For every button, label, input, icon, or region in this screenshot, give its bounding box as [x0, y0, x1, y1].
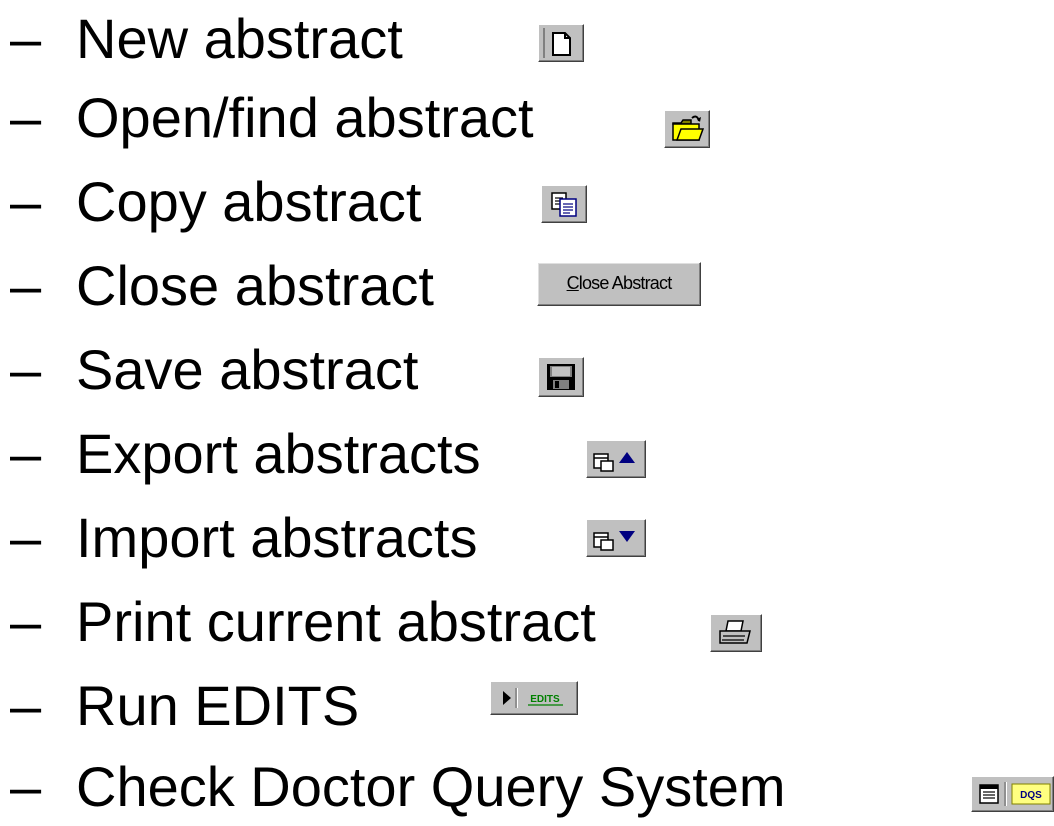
bullet-dash: – — [10, 170, 42, 233]
item-label-export-abstracts: Export abstracts — [76, 422, 481, 485]
floppy-disk-icon[interactable] — [538, 357, 584, 397]
item-label-new-abstract: New abstract — [76, 7, 403, 70]
open-folder-icon[interactable] — [664, 110, 710, 148]
bullet-dash: – — [10, 674, 42, 737]
dqs-icon[interactable]: DQS — [971, 776, 1054, 812]
list-item-open-find-abstract: – Open/find abstract — [0, 79, 1054, 157]
list-item-print-current-abstract: – Print current abstract — [0, 583, 1054, 661]
bullet-dash: – — [10, 422, 42, 485]
item-label-save-abstract: Save abstract — [76, 338, 419, 401]
close-abstract-label: lose Abstract — [578, 273, 672, 293]
run-edits-label: EDITS — [530, 694, 560, 705]
bullet-dash: – — [10, 7, 42, 70]
list-item-copy-abstract: – Copy abstract — [0, 163, 1054, 241]
item-label-check-doctor-query-system: Check Doctor Query System — [76, 755, 786, 818]
item-label-close-abstract: Close abstract — [76, 254, 434, 317]
new-document-icon[interactable] — [538, 24, 584, 62]
item-label-open-find-abstract: Open/find abstract — [76, 86, 534, 149]
bullet-dash: – — [10, 755, 42, 818]
close-abstract-button[interactable]: Close Abstract — [537, 262, 701, 306]
list-item-close-abstract: – Close abstract — [0, 247, 1054, 325]
list-item-new-abstract: – New abstract — [0, 0, 1054, 78]
bullet-dash: – — [10, 506, 42, 569]
bullet-dash: – — [10, 86, 42, 149]
import-icon[interactable] — [586, 519, 646, 557]
printer-icon[interactable] — [710, 614, 762, 652]
run-edits-icon[interactable]: EDITS — [490, 681, 578, 715]
export-icon[interactable] — [586, 440, 646, 478]
copy-icon[interactable] — [541, 185, 587, 223]
close-abstract-accelerator: C — [566, 273, 580, 293]
item-label-run-edits: Run EDITS — [76, 674, 360, 737]
list-item-save-abstract: – Save abstract — [0, 331, 1054, 409]
bullet-dash: – — [10, 590, 42, 653]
item-label-print-current-abstract: Print current abstract — [76, 590, 596, 653]
item-label-import-abstracts: Import abstracts — [76, 506, 478, 569]
bullet-dash: – — [10, 338, 42, 401]
list-item-import-abstracts: – Import abstracts — [0, 499, 1054, 577]
bullet-dash: – — [10, 254, 42, 317]
list-item-check-doctor-query-system: – Check Doctor Query System — [0, 748, 1054, 826]
list-item-export-abstracts: – Export abstracts — [0, 415, 1054, 493]
dqs-label: DQS — [1020, 790, 1042, 801]
item-label-copy-abstract: Copy abstract — [76, 170, 422, 233]
